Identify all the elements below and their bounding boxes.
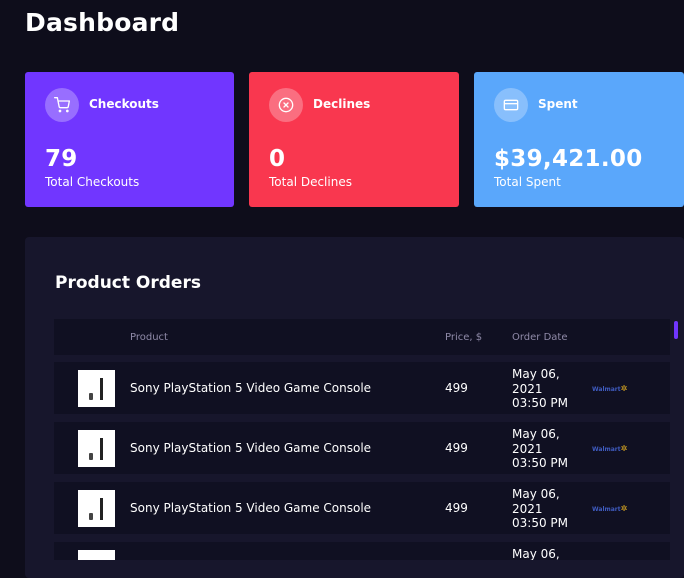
card-value: $39,421.00 [494,146,643,172]
credit-card-icon [494,88,528,122]
card-subtitle: Total Spent [494,175,561,189]
product-price: 499 [445,381,468,395]
table-row[interactable]: Sony PlayStation 5 Video Game Console 49… [54,362,670,414]
walmart-spark-icon: ✲ [620,444,628,453]
card-subtitle: Total Declines [269,175,352,189]
card-label: Checkouts [89,97,159,111]
column-header-price[interactable]: Price, $ [445,332,482,343]
column-header-product[interactable]: Product [130,332,168,343]
table-row[interactable]: May 06, [54,542,670,560]
page-title: Dashboard [25,8,180,37]
product-name: Sony PlayStation 5 Video Game Console [130,381,372,395]
store-logo: Walmart✲ [592,504,628,513]
product-thumbnail [78,550,115,560]
table-row[interactable]: Sony PlayStation 5 Video Game Console 49… [54,482,670,534]
table-header: Product Price, $ Order Date [54,319,670,355]
panel-title: Product Orders [55,273,201,293]
column-header-date[interactable]: Order Date [512,332,568,343]
product-name: Sony PlayStation 5 Video Game Console [130,441,372,455]
store-logo: Walmart✲ [592,384,628,393]
product-thumbnail [78,490,115,527]
product-orders-panel: Product Orders Product Price, $ Order Da… [25,237,684,578]
card-value: 79 [45,146,78,172]
walmart-spark-icon: ✲ [620,384,628,393]
spent-card: Spent $39,421.00 Total Spent [474,72,684,207]
order-date: May 06, 2021 03:50 PM [512,367,568,410]
card-subtitle: Total Checkouts [45,175,140,189]
product-thumbnail [78,430,115,467]
cart-icon [45,88,79,122]
store-logo: Walmart✲ [592,444,628,453]
table-scrollbar[interactable] [674,321,678,339]
order-date: May 06, [512,547,560,560]
card-label: Declines [313,97,371,111]
product-name: Sony PlayStation 5 Video Game Console [130,501,372,515]
declines-card: Declines 0 Total Declines [249,72,459,207]
order-date: May 06, 2021 03:50 PM [512,427,568,470]
product-thumbnail [78,370,115,407]
walmart-spark-icon: ✲ [620,504,628,513]
order-date: May 06, 2021 03:50 PM [512,487,568,530]
card-value: 0 [269,146,286,172]
product-price: 499 [445,441,468,455]
checkouts-card: Checkouts 79 Total Checkouts [25,72,234,207]
card-label: Spent [538,97,578,111]
x-circle-icon [269,88,303,122]
table-row[interactable]: Sony PlayStation 5 Video Game Console 49… [54,422,670,474]
product-price: 499 [445,501,468,515]
